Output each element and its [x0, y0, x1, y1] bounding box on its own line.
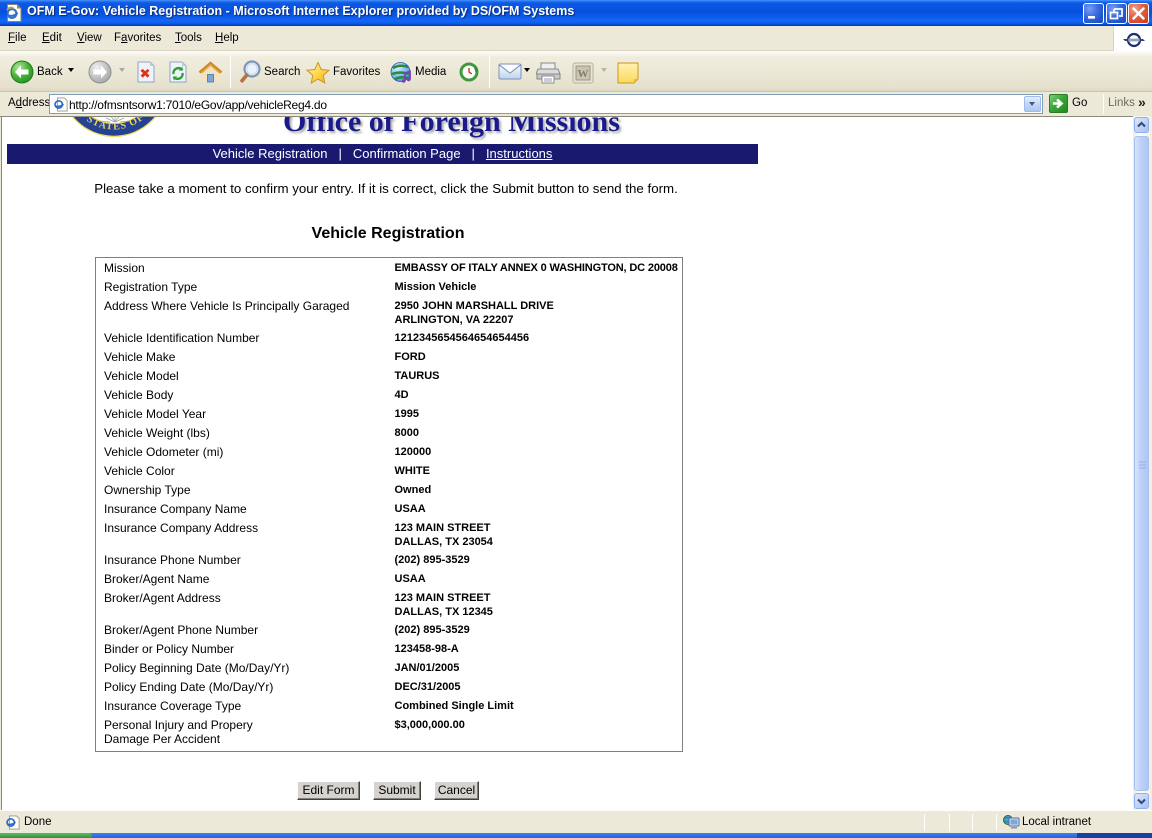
svg-text:W: W: [578, 68, 589, 80]
